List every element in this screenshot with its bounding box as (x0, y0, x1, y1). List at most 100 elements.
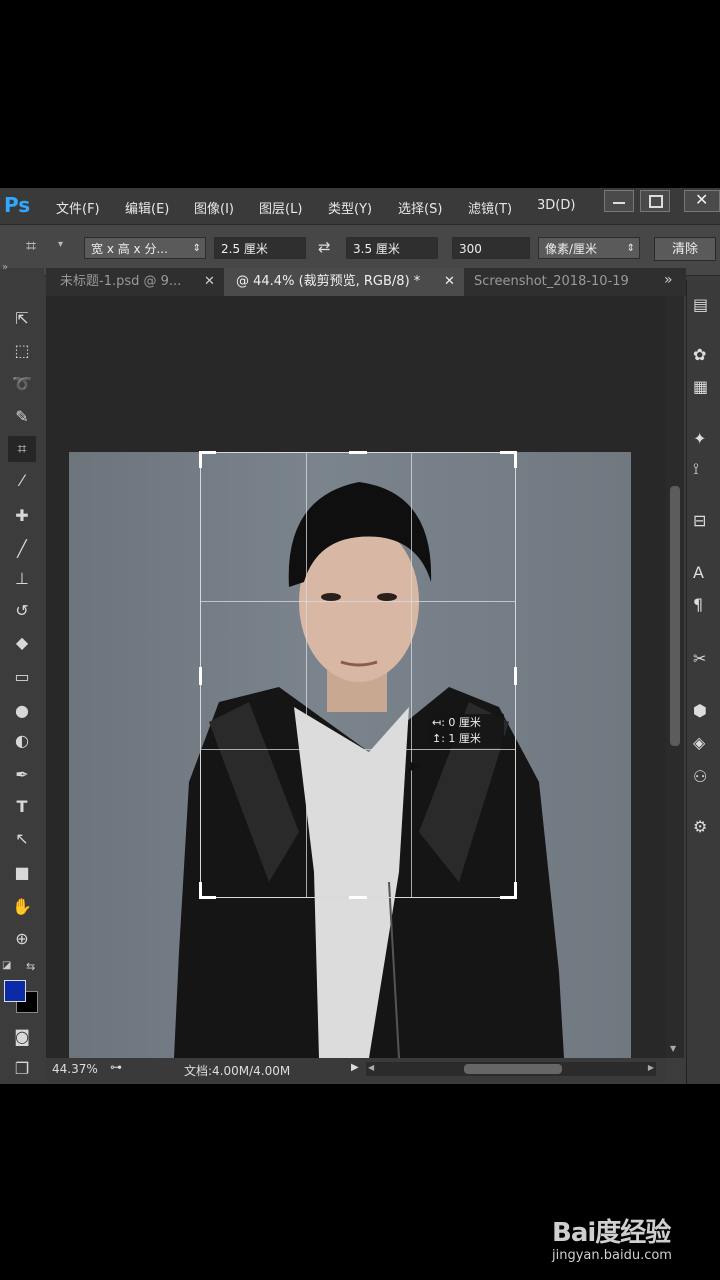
brush-panel-icon[interactable]: ✦ (693, 426, 720, 452)
crop-handle-right[interactable] (514, 667, 517, 685)
tab-crop-preview[interactable]: @ 44.4% (裁剪预览, RGB/8) * (224, 268, 464, 296)
status-info-icon[interactable]: ⊶ (110, 1060, 122, 1074)
zoom-tool-icon[interactable]: ⊕ (8, 926, 36, 952)
eyedropper-tool-icon[interactable]: ⁄ (8, 468, 36, 494)
lasso-tool-icon[interactable]: ➰ (8, 371, 36, 397)
menu-edit[interactable]: 编辑(E) (125, 198, 169, 217)
channels-panel-icon[interactable]: ⚇ (693, 764, 720, 790)
crop-handle-left[interactable] (199, 667, 202, 685)
menu-image[interactable]: 图像(I) (194, 198, 234, 217)
screen-mode-icon[interactable]: ❐ (8, 1056, 36, 1082)
swatches-panel-icon[interactable]: ▦ (693, 374, 720, 400)
close-tab-icon[interactable]: ✕ (444, 268, 455, 296)
resolution-unit-select[interactable]: 像素/厘米 ⇕ (538, 237, 640, 259)
ratio-preset-select[interactable]: 宽 x 高 x 分... ⇕ (84, 237, 206, 259)
crop-grid-line (201, 601, 515, 602)
crop-tool-preset-icon[interactable]: ⌗ (26, 236, 36, 257)
vertical-scroll-thumb[interactable] (670, 486, 680, 746)
panel-toggle-icon[interactable]: ▤ (693, 292, 720, 318)
maximize-button[interactable] (640, 190, 670, 212)
move-tool-icon[interactable]: ⇱ (8, 306, 36, 332)
chevron-down-icon[interactable]: ▾ (58, 239, 63, 250)
menu-filter[interactable]: 滤镜(T) (468, 198, 512, 217)
foreground-color-swatch[interactable] (4, 980, 26, 1002)
3d-panel-icon[interactable]: ⬢ (693, 698, 720, 724)
color-panel-icon[interactable]: ✿ (693, 342, 720, 368)
healing-brush-tool-icon[interactable]: ✚ (8, 503, 36, 529)
menu-type[interactable]: 类型(Y) (328, 198, 372, 217)
character-panel-icon[interactable]: A (693, 560, 720, 586)
menu-file[interactable]: 文件(F) (56, 198, 100, 217)
collapse-panel-icon[interactable]: » (2, 262, 8, 273)
watermark-logo: Bai度经验 (552, 1218, 671, 1248)
menu-bar: Ps 文件(F) 编辑(E) 图像(I) 图层(L) 类型(Y) 选择(S) 滤… (0, 188, 720, 224)
clone-stamp-tool-icon[interactable]: ⊥ (8, 566, 36, 592)
mouse-cursor-icon: ➤ (406, 756, 422, 777)
tool-presets-icon[interactable]: ✂ (693, 646, 720, 672)
swap-colors-icon[interactable]: ⇆ (26, 960, 35, 973)
more-tabs-icon[interactable]: » (664, 272, 673, 288)
baidu-jingyan-watermark: Bai度经验 jingyan.baidu.com (552, 1212, 672, 1263)
crop-handle-top-right[interactable] (500, 451, 517, 468)
tab-screenshot[interactable]: Screenshot_2018-10-19 (466, 268, 656, 296)
crop-grid-line (306, 453, 307, 897)
close-tab-icon[interactable]: ✕ (204, 268, 215, 296)
crop-box[interactable] (199, 451, 517, 899)
brush-presets-icon[interactable]: ⟟ (693, 456, 720, 482)
gradient-tool-icon[interactable]: ▭ (8, 664, 36, 690)
dodge-tool-icon[interactable]: ◐ (8, 728, 36, 754)
quick-select-tool-icon[interactable]: ✎ (8, 404, 36, 430)
close-window-button[interactable]: ✕ (684, 190, 720, 212)
tab-label: Screenshot_2018-10-19 (474, 274, 629, 289)
document-canvas[interactable]: ↤: 0 厘米 ↥: 1 厘米 ➤ (46, 296, 666, 1058)
status-menu-arrow-icon[interactable]: ▶ (351, 1062, 359, 1073)
crop-handle-bottom-left[interactable] (199, 882, 216, 899)
rectangle-tool-icon[interactable]: ■ (8, 860, 36, 886)
eraser-tool-icon[interactable]: ◆ (8, 630, 36, 656)
minimize-button[interactable] (604, 190, 634, 212)
pen-tool-icon[interactable]: ✒ (8, 762, 36, 788)
tools-panel: » ⇱ ⬚ ➰ ✎ ⌗ ⁄ ✚ ╱ ⊥ ↺ ◆ ▭ ● ◐ ✒ T ↖ ■ ✋ … (0, 262, 44, 1084)
crop-handle-bottom-right[interactable] (500, 882, 517, 899)
scroll-right-icon[interactable]: ▶ (648, 1063, 654, 1072)
crop-handle-top-left[interactable] (199, 451, 216, 468)
photoshop-window: Ps 文件(F) 编辑(E) 图像(I) 图层(L) 类型(Y) 选择(S) 滤… (0, 188, 720, 1084)
zoom-level[interactable]: 44.37% (52, 1062, 98, 1076)
type-tool-icon[interactable]: T (8, 794, 36, 820)
crop-tool-icon[interactable]: ⌗ (8, 436, 36, 462)
horizontal-scrollbar[interactable]: ◀ ▶ (366, 1062, 656, 1076)
history-brush-tool-icon[interactable]: ↺ (8, 598, 36, 624)
tab-label: 未标题-1.psd @ 9... (60, 274, 182, 289)
paragraph-panel-icon[interactable]: ¶ (693, 592, 720, 618)
quick-mask-icon[interactable]: ◙ (8, 1024, 36, 1050)
swap-icon[interactable]: ⇄ (318, 238, 331, 256)
tab-untitled-1[interactable]: 未标题-1.psd @ 9... (46, 268, 222, 296)
horizontal-scroll-thumb[interactable] (464, 1064, 562, 1074)
tooltip-line-y: ↥: 1 厘米 (432, 732, 481, 745)
clear-button[interactable]: 清除 (654, 237, 716, 261)
path-select-tool-icon[interactable]: ↖ (8, 826, 36, 852)
menu-select[interactable]: 选择(S) (398, 198, 442, 217)
vertical-scrollbar[interactable]: ▼ (666, 296, 684, 1058)
layers-panel-icon[interactable]: ◈ (693, 730, 720, 756)
crop-width-input[interactable]: 2.5 厘米 (214, 237, 306, 259)
menu-3d[interactable]: 3D(D) (537, 198, 575, 213)
adjustments-panel-icon[interactable]: ⚙ (693, 814, 720, 840)
menu-layer[interactable]: 图层(L) (259, 198, 302, 217)
default-colors-icon[interactable]: ◪ (2, 960, 11, 971)
crop-handle-bottom[interactable] (349, 896, 367, 899)
crop-offset-tooltip: ↤: 0 厘米 ↥: 1 厘米 (428, 714, 504, 748)
marquee-tool-icon[interactable]: ⬚ (8, 338, 36, 364)
blur-tool-icon[interactable]: ● (8, 698, 36, 724)
crop-grid-line (411, 453, 412, 897)
hand-tool-icon[interactable]: ✋ (8, 894, 36, 920)
watermark-url: jingyan.baidu.com (552, 1248, 672, 1263)
document-size: 文档:4.00M/4.00M (184, 1064, 291, 1078)
scroll-left-icon[interactable]: ◀ (368, 1063, 374, 1072)
crop-handle-top[interactable] (349, 451, 367, 454)
crop-height-input[interactable]: 3.5 厘米 (346, 237, 438, 259)
brush-tool-icon[interactable]: ╱ (8, 536, 36, 562)
clone-source-icon[interactable]: ⊟ (693, 508, 720, 534)
scroll-down-icon[interactable]: ▼ (670, 1044, 676, 1053)
resolution-input[interactable]: 300 (452, 237, 530, 259)
